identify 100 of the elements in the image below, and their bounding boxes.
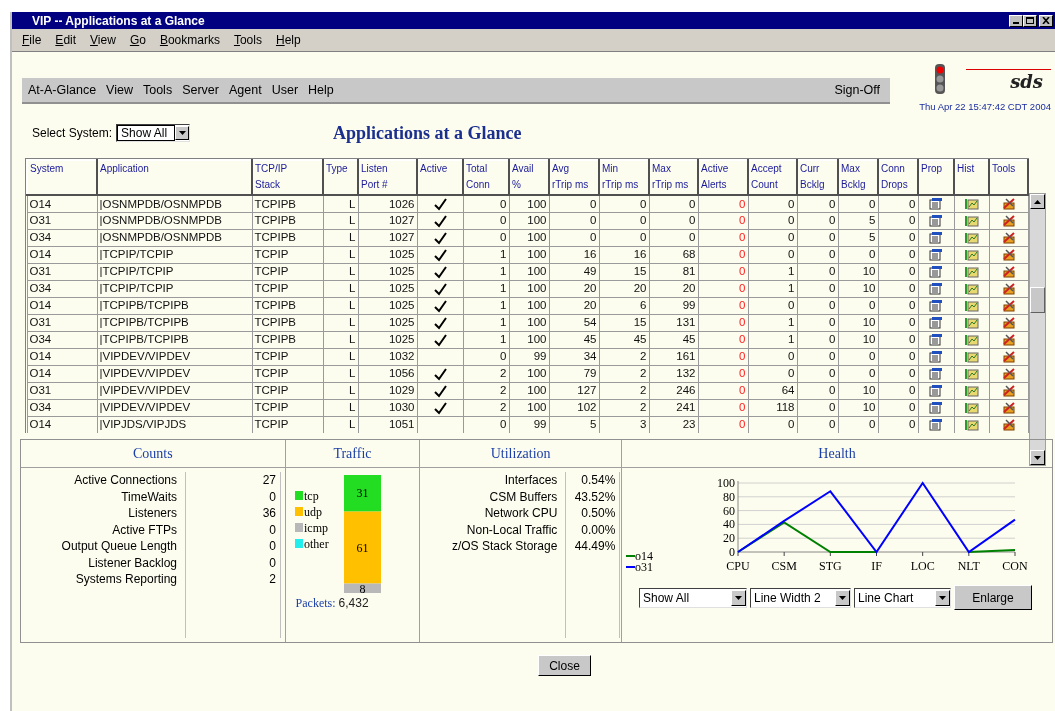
- column-header[interactable]: Max rTrip ms: [649, 160, 698, 196]
- document-icon[interactable]: [929, 385, 943, 398]
- chart-icon[interactable]: [964, 419, 979, 432]
- tools-icon[interactable]: [1001, 351, 1016, 364]
- enlarge-button[interactable]: Enlarge: [954, 585, 1032, 611]
- chart-icon[interactable]: [964, 300, 979, 313]
- table-cell: 1: [463, 263, 509, 281]
- column-header[interactable]: Total Conn: [463, 160, 509, 196]
- menu-item[interactable]: Go: [129, 31, 146, 49]
- chart-icon[interactable]: [964, 266, 979, 279]
- table-cell: O14: [27, 416, 97, 434]
- column-header[interactable]: Max Bcklg: [838, 160, 878, 196]
- column-header[interactable]: Min rTrip ms: [599, 160, 649, 196]
- document-icon[interactable]: [929, 283, 943, 296]
- tools-icon[interactable]: [1001, 419, 1016, 432]
- menu-item[interactable]: Edit: [55, 31, 77, 49]
- column-header[interactable]: Conn Drops: [878, 160, 918, 196]
- column-header[interactable]: Tools: [989, 160, 1028, 196]
- column-header[interactable]: Listen Port #: [358, 160, 417, 196]
- document-icon[interactable]: [929, 266, 943, 279]
- tools-icon[interactable]: [1001, 334, 1016, 347]
- document-icon[interactable]: [929, 198, 943, 211]
- chart-icon[interactable]: [964, 283, 979, 296]
- document-icon[interactable]: [929, 215, 943, 228]
- nav-item[interactable]: At-A-Glance: [28, 80, 97, 100]
- column-header[interactable]: Application: [97, 160, 252, 196]
- column-header[interactable]: Hist: [954, 160, 989, 196]
- table-cell: L: [323, 263, 358, 281]
- table-cell: TCPIP: [252, 399, 323, 417]
- tools-icon[interactable]: [1001, 402, 1016, 415]
- chart-icon[interactable]: [964, 368, 979, 381]
- scroll-down-button[interactable]: [1030, 450, 1045, 466]
- nav-item[interactable]: Tools: [142, 80, 173, 100]
- table-cell: L: [323, 297, 358, 315]
- column-header[interactable]: Prop: [918, 160, 954, 196]
- tools-icon[interactable]: [1001, 283, 1016, 296]
- document-icon[interactable]: [929, 402, 943, 415]
- column-header[interactable]: System: [27, 160, 97, 196]
- system-dropdown[interactable]: Show All: [116, 124, 191, 143]
- column-header[interactable]: TCP/IP Stack: [252, 160, 323, 196]
- chart-icon[interactable]: [964, 249, 979, 262]
- nav-item[interactable]: Help: [308, 80, 334, 100]
- maximize-button[interactable]: [1023, 14, 1037, 27]
- document-icon[interactable]: [929, 249, 943, 262]
- nav-item[interactable]: Agent: [229, 80, 262, 100]
- chart-option-dropdown[interactable]: Line Chart: [854, 587, 951, 608]
- column-header[interactable]: Avail %: [509, 160, 549, 196]
- tools-icon[interactable]: [1001, 232, 1016, 245]
- close-button[interactable]: Close: [538, 655, 591, 677]
- chart-icon[interactable]: [964, 215, 979, 228]
- nav-item[interactable]: View: [106, 80, 133, 100]
- nav-item[interactable]: Server: [182, 80, 219, 100]
- tools-icon[interactable]: [1001, 385, 1016, 398]
- column-header[interactable]: Type: [323, 160, 358, 196]
- tools-icon[interactable]: [1001, 317, 1016, 330]
- column-header[interactable]: Avg rTrip ms: [549, 160, 599, 196]
- tools-icon[interactable]: [1001, 266, 1016, 279]
- document-icon[interactable]: [929, 317, 943, 330]
- nav-item[interactable]: User: [271, 80, 299, 100]
- column-header[interactable]: Accept Count: [748, 160, 797, 196]
- chart-icon[interactable]: [964, 402, 979, 415]
- minimize-button[interactable]: [1009, 14, 1023, 27]
- scroll-up-button[interactable]: [1030, 194, 1045, 210]
- document-icon[interactable]: [929, 300, 943, 313]
- chart-option-dropdown[interactable]: Line Width 2: [750, 587, 851, 608]
- column-header[interactable]: Active Alerts: [698, 160, 748, 196]
- menu-item[interactable]: Tools: [233, 31, 262, 49]
- scrollbar[interactable]: [1029, 193, 1046, 467]
- tools-icon[interactable]: [1001, 249, 1016, 262]
- menu-item[interactable]: File: [22, 31, 42, 49]
- chart-option-dropdown[interactable]: Show All: [639, 587, 747, 608]
- document-icon[interactable]: [929, 419, 943, 432]
- document-icon[interactable]: [929, 368, 943, 381]
- table-cell: 0: [878, 246, 918, 264]
- chart-icon[interactable]: [964, 351, 979, 364]
- tools-icon[interactable]: [1001, 300, 1016, 313]
- sign-off-link[interactable]: Sign-Off: [834, 80, 880, 100]
- document-icon[interactable]: [929, 232, 943, 245]
- up-arrow-icon[interactable]: [1034, 199, 1041, 204]
- chart-icon[interactable]: [964, 317, 979, 330]
- column-header[interactable]: Active: [417, 160, 463, 196]
- menu-item[interactable]: Bookmarks: [159, 31, 220, 49]
- menu-item[interactable]: Help: [275, 31, 301, 49]
- select-system-label: Select System:: [32, 125, 113, 143]
- document-icon[interactable]: [929, 334, 943, 347]
- document-icon[interactable]: [929, 351, 943, 364]
- menu-item[interactable]: View: [90, 31, 116, 49]
- panel-title: Utilization: [490, 445, 551, 464]
- close-button[interactable]: [1039, 14, 1053, 27]
- chart-icon[interactable]: [964, 385, 979, 398]
- chart-icon[interactable]: [964, 232, 979, 245]
- scroll-thumb[interactable]: [1030, 286, 1045, 313]
- chart-icon[interactable]: [964, 334, 979, 347]
- column-header[interactable]: Curr Bcklg: [797, 160, 838, 196]
- tools-icon[interactable]: [1001, 198, 1016, 211]
- tools-icon[interactable]: [1001, 215, 1016, 228]
- tools-icon[interactable]: [1001, 368, 1016, 381]
- table-cell: 0: [797, 365, 838, 383]
- down-arrow-icon[interactable]: [1034, 455, 1041, 460]
- chart-icon[interactable]: [964, 198, 979, 211]
